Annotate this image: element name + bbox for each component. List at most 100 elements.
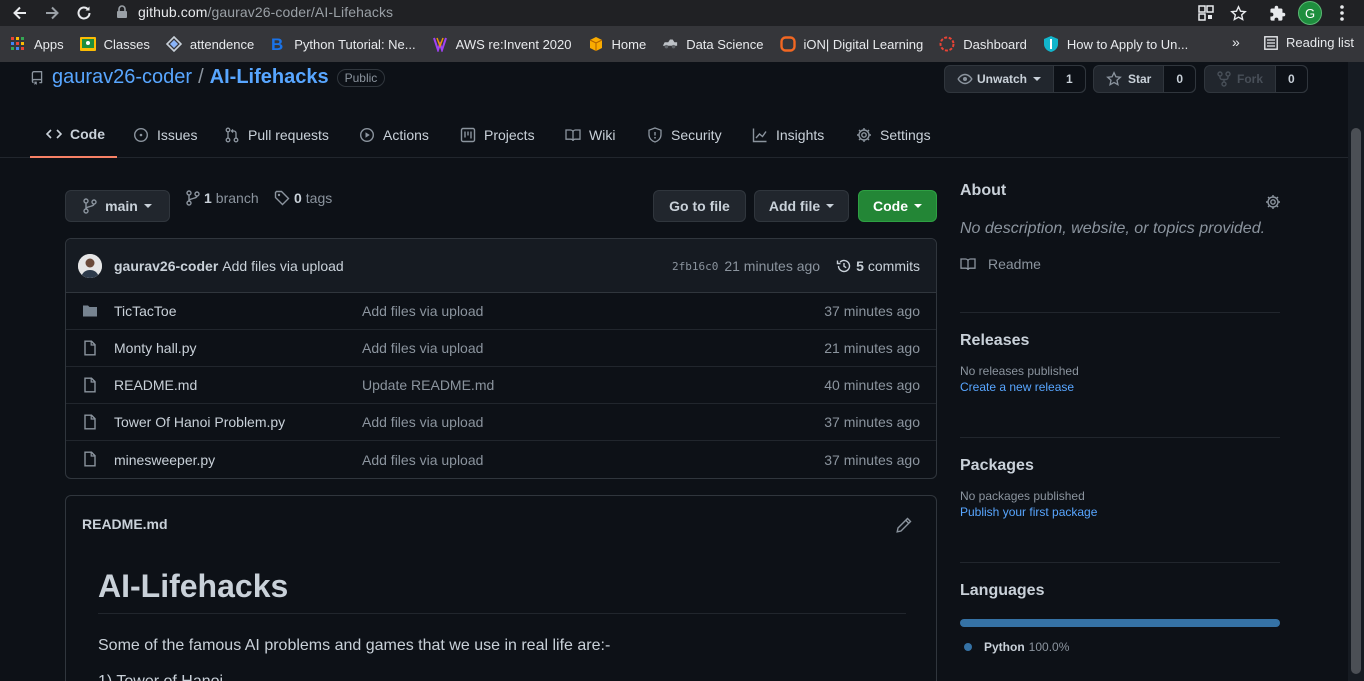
profile-avatar[interactable]: G [1298, 1, 1322, 25]
unwatch-button[interactable]: Unwatch 1 [944, 65, 1086, 93]
reload-button[interactable] [72, 1, 96, 25]
tab-code[interactable]: Code [30, 112, 117, 158]
back-arrow-icon [13, 6, 26, 20]
b-logo-icon: B [270, 36, 286, 52]
file-name-link[interactable]: Monty hall.py [114, 340, 196, 356]
star-button[interactable]: Star 0 [1093, 65, 1197, 93]
tab-insights[interactable]: Insights [752, 112, 824, 158]
packages-empty-text: No packages published [960, 489, 1085, 503]
file-row[interactable]: TicTacToe Add files via upload 37 minute… [66, 293, 936, 330]
visibility-badge: Public [336, 68, 386, 87]
add-file-button[interactable]: Add file [754, 190, 849, 222]
edit-about-button[interactable] [1265, 194, 1281, 210]
readme-link[interactable]: Readme [960, 256, 1280, 272]
file-icon [84, 414, 96, 430]
bookmarks-overflow-button[interactable]: » [1232, 34, 1240, 50]
create-release-link[interactable]: Create a new release [960, 380, 1280, 394]
repo-name-link[interactable]: AI-Lifehacks [210, 66, 329, 89]
bookmark-classes[interactable]: Classes [79, 36, 150, 52]
tab-settings[interactable]: Settings [856, 112, 931, 158]
repo-path-separator: / [198, 66, 204, 88]
tab-wiki[interactable]: Wiki [565, 112, 615, 158]
commit-age: 21 minutes ago [724, 258, 821, 274]
chevron-down-icon [1033, 77, 1042, 81]
apps-grid-icon [10, 36, 26, 52]
watch-count[interactable]: 1 [1053, 66, 1085, 92]
tab-security[interactable]: Security [647, 112, 722, 158]
releases-heading[interactable]: Releases [960, 332, 1280, 350]
code-dropdown-button[interactable]: Code [858, 190, 937, 222]
tab-pull-requests[interactable]: Pull requests [224, 112, 329, 158]
bookmark-ion[interactable]: iON| Digital Learning [779, 36, 923, 52]
go-to-file-button[interactable]: Go to file [653, 190, 746, 222]
scrollbar-thumb[interactable] [1351, 128, 1361, 674]
browser-menu-button[interactable] [1332, 3, 1352, 23]
gear-icon [857, 128, 871, 142]
file-commit-message-link[interactable]: Update README.md [362, 377, 494, 393]
language-item[interactable]: Python 100.0% [960, 640, 1280, 654]
file-row[interactable]: README.md Update README.md 40 minutes ag… [66, 367, 936, 404]
fork-button[interactable]: Fork 0 [1204, 65, 1308, 93]
commit-sha-link[interactable]: 2fb16c0 [672, 260, 718, 273]
publish-package-link[interactable]: Publish your first package [960, 505, 1280, 519]
commits-history-link[interactable]: 5 commits [836, 258, 920, 274]
tab-projects[interactable]: Projects [460, 112, 535, 158]
file-name-link[interactable]: minesweeper.py [114, 452, 215, 468]
readme-title: AI-Lifehacks [98, 568, 906, 614]
fork-icon [1217, 71, 1231, 87]
history-icon [836, 259, 851, 273]
bookmark-aws[interactable]: AWS re:Invent 2020 [432, 36, 572, 52]
play-icon [359, 127, 375, 143]
qr-code-button[interactable] [1196, 3, 1216, 23]
branches-link[interactable]: 1 branch [186, 190, 259, 206]
file-row[interactable]: minesweeper.py Add files via upload 37 m… [66, 441, 936, 478]
back-button[interactable] [8, 1, 32, 25]
file-age: 37 minutes ago [824, 451, 920, 468]
file-name-link[interactable]: Tower Of Hanoi Problem.py [114, 414, 285, 430]
forward-arrow-icon [46, 6, 59, 20]
tag-icon [274, 190, 290, 206]
tags-link[interactable]: 0 tags [274, 190, 332, 206]
branch-select-button[interactable]: main [65, 190, 170, 222]
graph-icon [752, 128, 767, 143]
reload-icon [77, 6, 91, 20]
forward-button[interactable] [40, 1, 64, 25]
star-count[interactable]: 0 [1163, 66, 1196, 92]
bookmark-how-to-apply[interactable]: How to Apply to Un... [1043, 36, 1188, 52]
readme-list-item: 1) Tower of Hanoi [98, 673, 223, 681]
bookmark-attendence[interactable]: attendence [165, 36, 254, 52]
tab-actions[interactable]: Actions [359, 112, 429, 158]
extensions-button[interactable] [1267, 3, 1287, 23]
edit-readme-button[interactable] [896, 517, 912, 533]
page-scrollbar[interactable] [1348, 62, 1364, 681]
file-commit-message-link[interactable]: Add files via upload [362, 340, 483, 356]
bookmark-star-button[interactable] [1228, 3, 1248, 23]
commit-author-link[interactable]: gaurav26-coder [114, 258, 218, 274]
repo-owner-link[interactable]: gaurav26-coder [52, 66, 192, 89]
pull-request-icon [225, 127, 239, 143]
bookmark-python-tutorial[interactable]: B Python Tutorial: Ne... [270, 36, 415, 52]
reading-list-button[interactable]: Reading list [1264, 35, 1354, 50]
file-row[interactable]: Tower Of Hanoi Problem.py Add files via … [66, 404, 936, 441]
file-row[interactable]: Monty hall.py Add files via upload 21 mi… [66, 330, 936, 367]
tab-issues[interactable]: Issues [133, 112, 197, 158]
commit-message-link[interactable]: Add files via upload [222, 258, 343, 274]
fork-count[interactable]: 0 [1275, 66, 1307, 92]
file-name-link[interactable]: README.md [114, 377, 197, 393]
bookmark-apps[interactable]: Apps [10, 36, 64, 52]
file-commit-message-link[interactable]: Add files via upload [362, 414, 483, 430]
classroom-icon [79, 36, 96, 52]
address-bar[interactable]: github.com/gaurav26-coder/AI-Lifehacks [106, 0, 1266, 24]
file-commit-message-link[interactable]: Add files via upload [362, 303, 483, 319]
author-avatar[interactable] [78, 253, 102, 278]
bookmark-home[interactable]: Home [588, 36, 646, 52]
file-commit-message-link[interactable]: Add files via upload [362, 452, 483, 468]
packages-heading[interactable]: Packages [960, 457, 1280, 475]
bookmark-dashboard[interactable]: Dashboard [939, 36, 1027, 52]
ion-icon [779, 36, 796, 52]
readme-filename[interactable]: README.md [82, 516, 168, 532]
bookmark-data-science[interactable]: Data Science [662, 36, 764, 52]
about-sidebar: About No description, website, or topics… [960, 182, 1281, 654]
file-name-link[interactable]: TicTacToe [114, 303, 177, 319]
puzzle-icon [1269, 5, 1285, 21]
